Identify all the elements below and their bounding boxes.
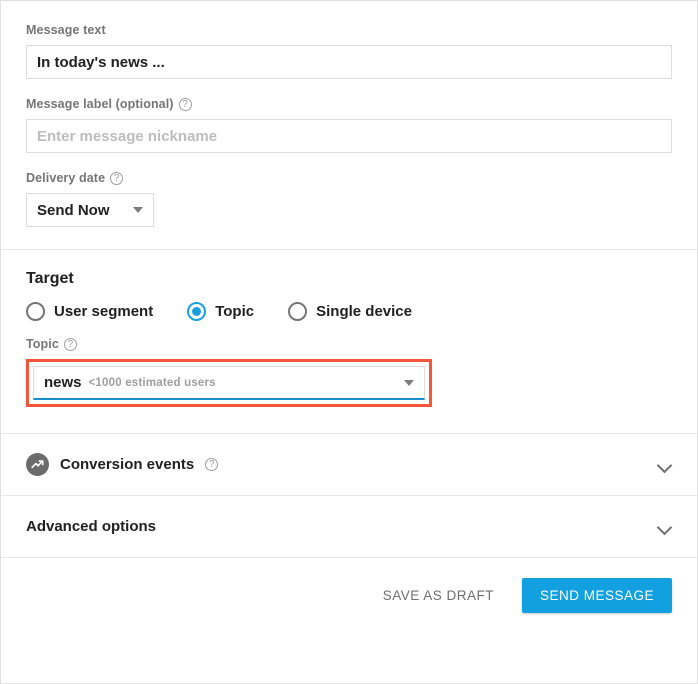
trending-up-circle-icon [26, 453, 49, 476]
target-radio-group: User segment Topic Single device [26, 302, 672, 321]
help-circle-icon[interactable]: ? [205, 458, 219, 471]
radio-label-user-segment: User segment [54, 303, 154, 320]
message-text-field-group: Message text In today's news ... [26, 23, 672, 79]
radio-option-single-device[interactable]: Single device [288, 302, 412, 321]
advanced-options-row[interactable]: Advanced options [1, 496, 697, 557]
caret-down-icon [133, 207, 143, 213]
message-label-label-text: Message label (optional) [26, 97, 174, 111]
topic-field-highlight: news <1000 estimated users [26, 359, 432, 407]
message-label-input[interactable]: Enter message nickname [26, 119, 672, 153]
radio-icon-user-segment [26, 302, 45, 321]
radio-icon-single-device [288, 302, 308, 321]
form-footer: SAVE AS DRAFT SEND MESSAGE [1, 558, 697, 633]
help-circle-icon[interactable]: ? [63, 338, 77, 351]
topic-estimated-users: <1000 estimated users [88, 376, 216, 389]
conversion-events-row[interactable]: Conversion events ? [1, 434, 697, 495]
delivery-date-select[interactable]: Send Now [26, 193, 154, 227]
topic-selected-value: news [44, 374, 82, 391]
topic-field-label: Topic ? [26, 337, 672, 352]
delivery-date-label: Delivery date ? [26, 171, 672, 186]
delivery-date-selected-value: Send Now [37, 201, 110, 219]
radio-option-topic[interactable]: Topic [187, 302, 254, 321]
message-text-value: In today's news ... [37, 53, 165, 71]
message-text-label-text: Message text [26, 23, 106, 37]
send-message-button[interactable]: SEND MESSAGE [521, 578, 672, 613]
topic-select[interactable]: news <1000 estimated users [33, 366, 425, 400]
conversion-events-title: Conversion events [60, 456, 195, 473]
advanced-options-title: Advanced options [26, 518, 157, 535]
message-label-field-group: Message label (optional) ? Enter message… [26, 97, 672, 153]
message-label-placeholder: Enter message nickname [37, 127, 218, 145]
message-composer-card: Message text In today's news ... Message… [0, 0, 698, 684]
chevron-down-icon[interactable] [658, 458, 672, 472]
chevron-down-icon[interactable] [658, 520, 672, 534]
help-circle-icon[interactable]: ? [110, 172, 124, 185]
radio-option-user-segment[interactable]: User segment [26, 302, 153, 321]
radio-label-single-device: Single device [316, 303, 412, 320]
delivery-date-label-text: Delivery date [26, 171, 106, 185]
help-circle-icon[interactable]: ? [178, 98, 192, 111]
message-details-section: Message text In today's news ... Message… [1, 1, 697, 249]
target-section: Target User segment Topic Single device … [1, 250, 697, 433]
save-as-draft-button[interactable]: SAVE AS DRAFT [377, 580, 500, 611]
conversion-events-left: Conversion events ? [26, 453, 219, 476]
target-section-title: Target [26, 270, 74, 287]
topic-field-label-text: Topic [26, 337, 59, 351]
radio-icon-topic-selected [187, 302, 207, 321]
message-text-label: Message text [26, 23, 672, 38]
delivery-date-field-group: Delivery date ? Send Now [26, 171, 672, 227]
radio-label-topic: Topic [215, 303, 255, 320]
advanced-options-left: Advanced options [26, 518, 156, 535]
message-label-label: Message label (optional) ? [26, 97, 672, 112]
message-text-input[interactable]: In today's news ... [26, 45, 672, 79]
caret-down-icon [404, 379, 414, 386]
